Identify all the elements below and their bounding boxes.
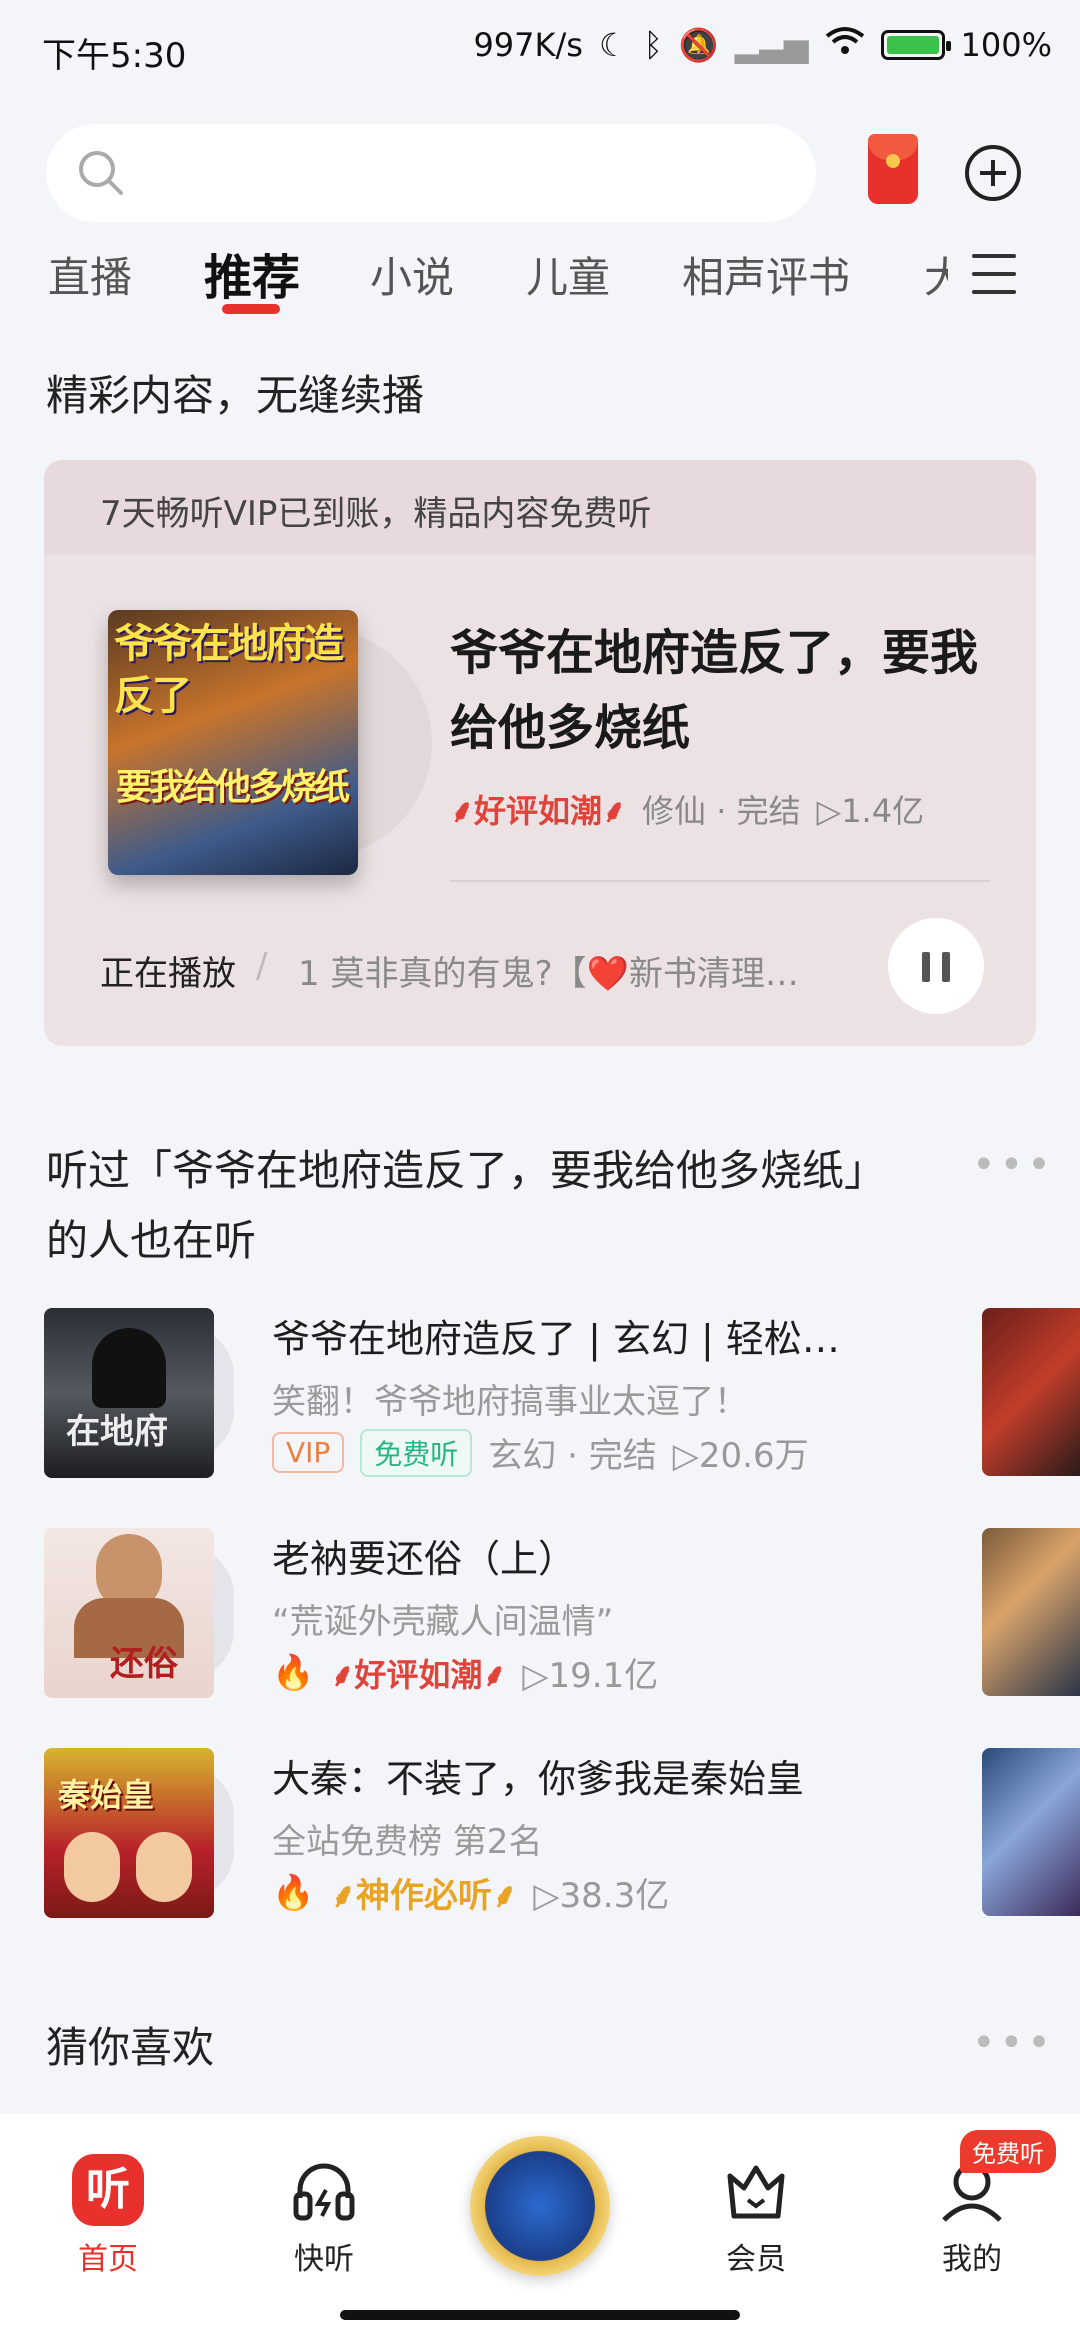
bluetooth-icon: ᛒ bbox=[643, 26, 663, 64]
fire-icon: 🔥 bbox=[272, 1652, 315, 1693]
item-meta: 🔥 ⸙神作必听⸙ ▷38.3亿 bbox=[272, 1868, 669, 1917]
bottom-nav: 听 首页 快听 会员 我的 免费听 bbox=[0, 2114, 1080, 2340]
now-playing-track[interactable]: 1 莫非真的有鬼?【❤️新书清理… bbox=[298, 946, 799, 995]
nav-home-label: 首页 bbox=[78, 2242, 138, 2277]
red-packet-icon[interactable] bbox=[868, 134, 918, 204]
item-title: 大秦：不装了，你爹我是秦始皇 bbox=[272, 1757, 805, 1801]
wifi-icon bbox=[825, 26, 865, 64]
free-tag: 免费听 bbox=[360, 1428, 473, 1477]
item-genre: 玄幻 · 完结 bbox=[488, 1436, 657, 1476]
section-title-also-listen: 听过「爷爷在地府造反了，要我给他多烧纸」的人也在听 bbox=[46, 1146, 887, 1265]
item-title: 老衲要还俗（上） bbox=[272, 1537, 577, 1581]
home-indicator[interactable] bbox=[340, 2310, 740, 2320]
nav-mine-label: 我的 bbox=[942, 2242, 1002, 2277]
rating-badge: ⸙好评如潮⸙ bbox=[330, 1655, 507, 1694]
book-cover: 还俗 bbox=[44, 1528, 214, 1698]
item-title: 爷爷在地府造反了 | 玄幻 | 轻松… bbox=[272, 1317, 840, 1361]
featured-genre: 修仙 · 完结 bbox=[642, 792, 801, 830]
tab-crosstalk[interactable]: 相声评书 bbox=[682, 244, 850, 305]
add-icon[interactable] bbox=[964, 144, 1022, 206]
nav-member[interactable]: 会员 bbox=[686, 2154, 826, 2278]
featured-cover[interactable]: 爷爷在地府造反了 要我给他多烧纸 bbox=[108, 610, 358, 875]
rating-badge: ⸙好评如潮⸙ bbox=[450, 792, 627, 830]
side-cover[interactable] bbox=[982, 1748, 1080, 1916]
tab-menu-icon[interactable] bbox=[972, 254, 1016, 308]
play-count: ▷20.6万 bbox=[672, 1436, 809, 1476]
cover-title-text: 爷爷在地府造反了 bbox=[114, 621, 344, 719]
now-playing-label: 正在播放 bbox=[100, 954, 236, 994]
section-title-continue: 精彩内容，无缝续播 bbox=[46, 371, 425, 420]
vip-notice: 7天畅听VIP已到账，精品内容免费听 bbox=[44, 460, 1036, 554]
crown-icon bbox=[686, 2154, 826, 2226]
nav-member-label: 会员 bbox=[726, 2242, 786, 2277]
featured-card[interactable]: 7天畅听VIP已到账，精品内容免费听 爷爷在地府造反了 要我给他多烧纸 爷爷在地… bbox=[44, 460, 1036, 1046]
status-time: 下午5:30 bbox=[42, 36, 187, 76]
tab-children[interactable]: 儿童 bbox=[526, 244, 610, 305]
play-count: ▷1.4亿 bbox=[816, 792, 925, 830]
search-icon bbox=[76, 148, 126, 202]
item-meta: 🔥 ⸙好评如潮⸙ ▷19.1亿 bbox=[272, 1648, 658, 1697]
status-bar: 下午5:30 997K/s ☾ ᛒ 🔕 ▂▃▅ 100% bbox=[0, 0, 1080, 100]
item-subtitle: 笑翻！爷爷地府搞事业太逗了！ bbox=[272, 1382, 748, 1422]
more-options-icon[interactable]: ••• bbox=[972, 2020, 1055, 2066]
moon-icon: ☾ bbox=[598, 26, 628, 64]
rating-badge: ⸙神作必听⸙ bbox=[330, 1876, 518, 1916]
more-options-icon[interactable]: ••• bbox=[972, 1142, 1055, 1188]
tab-live[interactable]: 直播 bbox=[48, 244, 132, 305]
headphones-icon bbox=[254, 2154, 394, 2226]
pause-button[interactable] bbox=[888, 918, 984, 1014]
card-divider bbox=[450, 880, 990, 882]
signal-icon: ▂▃▅ bbox=[734, 26, 809, 64]
nav-quick-listen-label: 快听 bbox=[294, 2242, 354, 2277]
section-title-guess-you-like: 猜你喜欢 bbox=[46, 2023, 215, 2072]
nav-quick-listen[interactable]: 快听 bbox=[254, 2154, 394, 2278]
play-count: ▷38.3亿 bbox=[533, 1876, 670, 1916]
cover-subtitle-text: 要我给他多烧纸 bbox=[116, 767, 350, 808]
battery-icon bbox=[880, 30, 951, 60]
featured-meta: ⸙好评如潮⸙ 修仙 · 完结 ▷1.4亿 bbox=[450, 786, 924, 832]
list-item[interactable]: 还俗 老衲要还俗（上） “荒诞外壳藏人间温情” 🔥 ⸙好评如潮⸙ ▷19.1亿 bbox=[44, 1528, 944, 1698]
active-tab-indicator bbox=[222, 304, 280, 314]
item-subtitle: “荒诞外壳藏人间温情” bbox=[272, 1602, 614, 1642]
status-icons: 997K/s ☾ ᛒ 🔕 ▂▃▅ 100% bbox=[473, 26, 1052, 64]
battery-percent: 100% bbox=[960, 26, 1052, 64]
tab-recommend[interactable]: 推荐 bbox=[204, 238, 300, 308]
list-item[interactable]: 在地府 爷爷在地府造反了 | 玄幻 | 轻松… 笑翻！爷爷地府搞事业太逗了！ V… bbox=[44, 1308, 944, 1478]
cover-art-text: 还俗 bbox=[110, 1644, 178, 1684]
nav-home[interactable]: 听 首页 bbox=[38, 2154, 178, 2278]
cover-art-text: 秦始皇 bbox=[58, 1776, 155, 1814]
list-item[interactable]: 秦始皇 大秦：不装了，你爹我是秦始皇 全站免费榜 第2名 🔥 ⸙神作必听⸙ ▷3… bbox=[44, 1748, 944, 1918]
free-listen-badge: 免费听 bbox=[960, 2130, 1056, 2173]
book-cover: 在地府 bbox=[44, 1308, 214, 1478]
play-count: ▷19.1亿 bbox=[522, 1656, 659, 1696]
cover-art-text: 在地府 bbox=[66, 1412, 168, 1452]
separator: / bbox=[256, 946, 268, 986]
search-input[interactable] bbox=[46, 124, 816, 222]
home-icon: 听 bbox=[72, 2154, 144, 2226]
featured-title[interactable]: 爷爷在地府造反了，要我给他多烧纸 bbox=[450, 616, 1010, 766]
side-cover[interactable] bbox=[982, 1308, 1080, 1476]
item-subtitle: 全站免费榜 第2名 bbox=[272, 1822, 543, 1862]
tab-novel[interactable]: 小说 bbox=[370, 244, 454, 305]
fire-icon: 🔥 bbox=[272, 1872, 315, 1913]
now-playing-disc[interactable] bbox=[470, 2136, 610, 2276]
book-cover: 秦始皇 bbox=[44, 1748, 214, 1918]
side-cover[interactable] bbox=[982, 1528, 1080, 1696]
mute-icon: 🔕 bbox=[678, 26, 719, 64]
category-tabs: 直播 推荐 小说 儿童 相声评书 大 bbox=[0, 236, 1080, 326]
network-speed: 997K/s bbox=[473, 26, 583, 64]
vip-tag: VIP bbox=[272, 1432, 345, 1473]
item-meta: VIP 免费听 玄幻 · 完结 ▷20.6万 bbox=[272, 1428, 809, 1477]
